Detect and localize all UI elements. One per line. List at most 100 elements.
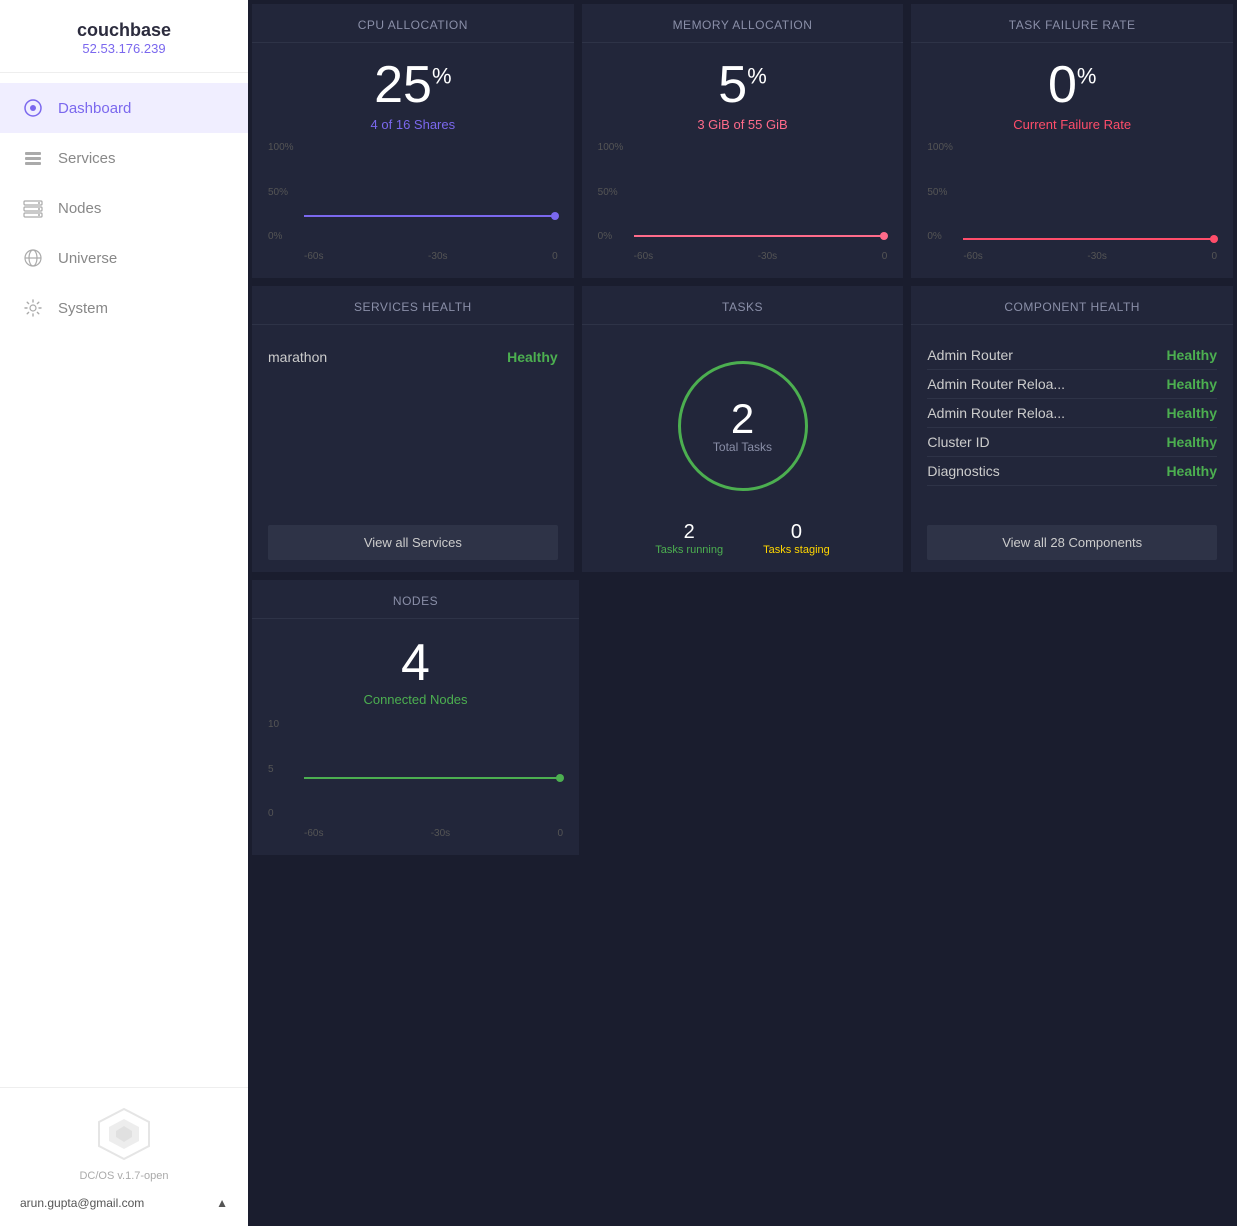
- component-health-body: Admin Router Healthy Admin Router Reloa.…: [911, 325, 1233, 513]
- memory-x-labels: -60s-30s0: [634, 251, 888, 262]
- cpu-sub: 4 of 16 Shares: [268, 117, 558, 132]
- dcos-logo-icon: [94, 1104, 154, 1164]
- comp-status-admin-router-reloa-2: Healthy: [1166, 405, 1217, 421]
- task-failure-card: Task Failure Rate 0% Current Failure Rat…: [911, 4, 1233, 278]
- sidebar-header: couchbase 52.53.176.239: [0, 0, 248, 73]
- nodes-sub: Connected Nodes: [268, 692, 563, 707]
- memory-card: Memory Allocation 5% 3 GiB of 55 GiB 100…: [582, 4, 904, 278]
- cluster-ip: 52.53.176.239: [20, 41, 228, 56]
- task-failure-chart: 100%50%0%: [927, 142, 1217, 262]
- service-name-marathon: marathon: [268, 349, 327, 365]
- comp-row-diagnostics: Diagnostics Healthy: [927, 457, 1217, 486]
- task-failure-x-labels: -60s-30s0: [963, 251, 1217, 262]
- comp-name-admin-router-reloa-2: Admin Router Reloa...: [927, 405, 1065, 421]
- services-icon: [22, 147, 44, 169]
- task-failure-title: Task Failure Rate: [911, 4, 1233, 43]
- tasks-staging-stat: 0 Tasks staging: [763, 521, 830, 556]
- comp-name-admin-router: Admin Router: [927, 347, 1013, 363]
- sidebar-item-dashboard[interactable]: Dashboard: [0, 83, 248, 133]
- tasks-total-label: Total Tasks: [713, 440, 772, 454]
- sidebar-item-label-services: Services: [58, 150, 116, 167]
- tasks-staging-num: 0: [763, 521, 830, 544]
- component-health-card: Component Health Admin Router Healthy Ad…: [911, 286, 1233, 572]
- system-icon: [22, 297, 44, 319]
- comp-status-admin-router-reloa-1: Healthy: [1166, 376, 1217, 392]
- nodes-icon: [22, 197, 44, 219]
- comp-status-admin-router: Healthy: [1166, 347, 1217, 363]
- donut-center: 2 Total Tasks: [713, 398, 772, 454]
- nodes-x-labels: -60s-30s0: [304, 828, 563, 839]
- sidebar-item-nodes[interactable]: Nodes: [0, 183, 248, 233]
- tasks-total-number: 2: [713, 398, 772, 440]
- nodes-title: Nodes: [252, 580, 579, 619]
- view-components-button[interactable]: View all 28 Components: [927, 525, 1217, 560]
- memory-title: Memory Allocation: [582, 4, 904, 43]
- universe-icon: [22, 247, 44, 269]
- tasks-running-label: Tasks running: [655, 544, 723, 556]
- cpu-title: CPU Allocation: [252, 4, 574, 43]
- nodes-value: 4: [268, 635, 563, 692]
- memory-value: 5%: [598, 59, 888, 111]
- sidebar-item-system[interactable]: System: [0, 283, 248, 333]
- sidebar-item-label-nodes: Nodes: [58, 200, 101, 217]
- metrics-row: CPU Allocation 25% 4 of 16 Shares 100%50…: [248, 0, 1237, 282]
- task-stats: 2 Tasks running 0 Tasks staging: [655, 521, 830, 556]
- tasks-running-num: 2: [655, 521, 723, 544]
- component-health-title: Component Health: [911, 286, 1233, 325]
- cpu-card: CPU Allocation 25% 4 of 16 Shares 100%50…: [252, 4, 574, 278]
- cpu-value: 25%: [268, 59, 558, 111]
- sidebar-item-services[interactable]: Services: [0, 133, 248, 183]
- cpu-body: 25% 4 of 16 Shares 100%50%0%: [252, 43, 574, 278]
- task-failure-bars: [963, 142, 1217, 242]
- tasks-title: Tasks: [582, 286, 904, 325]
- sidebar-item-label-dashboard: Dashboard: [58, 100, 131, 117]
- nodes-card: Nodes 4 Connected Nodes 1050: [252, 580, 579, 855]
- services-health-body: marathon Healthy: [252, 325, 574, 513]
- services-health-card: Services Health marathon Healthy View al…: [252, 286, 574, 572]
- user-email: arun.gupta@gmail.com: [20, 1196, 144, 1210]
- tasks-staging-label: Tasks staging: [763, 544, 830, 556]
- comp-status-cluster-id: Healthy: [1166, 434, 1217, 450]
- comp-row-admin-router-reloa-1: Admin Router Reloa... Healthy: [927, 370, 1217, 399]
- task-failure-y-labels: 100%50%0%: [927, 142, 963, 242]
- main-content: CPU Allocation 25% 4 of 16 Shares 100%50…: [248, 0, 1237, 1226]
- nodes-bars: [304, 719, 563, 819]
- nodes-y-labels: 1050: [268, 719, 304, 819]
- cpu-chart: 100%50%0%: [268, 142, 558, 262]
- cpu-bars: [304, 142, 558, 242]
- service-status-marathon: Healthy: [507, 349, 558, 365]
- tasks-card: Tasks 2 Total Tasks 2 Tasks running 0: [582, 286, 904, 572]
- cluster-name: couchbase: [20, 20, 228, 41]
- tasks-body: 2 Total Tasks 2 Tasks running 0 Tasks st…: [582, 325, 904, 572]
- nodes-chart: 1050: [268, 719, 563, 839]
- tasks-running-stat: 2 Tasks running: [655, 521, 723, 556]
- task-failure-sub: Current Failure Rate: [927, 117, 1217, 132]
- task-failure-value: 0%: [927, 59, 1217, 111]
- comp-name-admin-router-reloa-1: Admin Router Reloa...: [927, 376, 1065, 392]
- nodes-row: Nodes 4 Connected Nodes 1050: [248, 576, 1237, 859]
- memory-body: 5% 3 GiB of 55 GiB 100%50%0%: [582, 43, 904, 278]
- memory-chart: 100%50%0%: [598, 142, 888, 262]
- comp-status-diagnostics: Healthy: [1166, 463, 1217, 479]
- view-services-button[interactable]: View all Services: [268, 525, 558, 560]
- sidebar: couchbase 52.53.176.239 Dashboard: [0, 0, 248, 1226]
- memory-sub: 3 GiB of 55 GiB: [598, 117, 888, 132]
- tasks-donut: 2 Total Tasks: [678, 361, 808, 491]
- sidebar-item-label-system: System: [58, 300, 108, 317]
- sidebar-item-universe[interactable]: Universe: [0, 233, 248, 283]
- cpu-y-labels: 100%50%0%: [268, 142, 304, 242]
- memory-bars: [634, 142, 888, 242]
- services-health-row-marathon: marathon Healthy: [268, 341, 558, 373]
- dashboard-icon: [22, 97, 44, 119]
- comp-name-cluster-id: Cluster ID: [927, 434, 989, 450]
- sidebar-nav: Dashboard Services: [0, 73, 248, 1087]
- user-bar: arun.gupta@gmail.com ▲: [20, 1188, 228, 1210]
- task-failure-body: 0% Current Failure Rate 100%50%0%: [911, 43, 1233, 278]
- sidebar-footer: DC/OS v.1.7-open arun.gupta@gmail.com ▲: [0, 1087, 248, 1226]
- dcos-version: DC/OS v.1.7-open: [79, 1170, 168, 1182]
- services-health-title: Services Health: [252, 286, 574, 325]
- chevron-up-icon[interactable]: ▲: [216, 1196, 228, 1210]
- sidebar-item-label-universe: Universe: [58, 250, 117, 267]
- comp-row-admin-router: Admin Router Healthy: [927, 341, 1217, 370]
- memory-y-labels: 100%50%0%: [598, 142, 634, 242]
